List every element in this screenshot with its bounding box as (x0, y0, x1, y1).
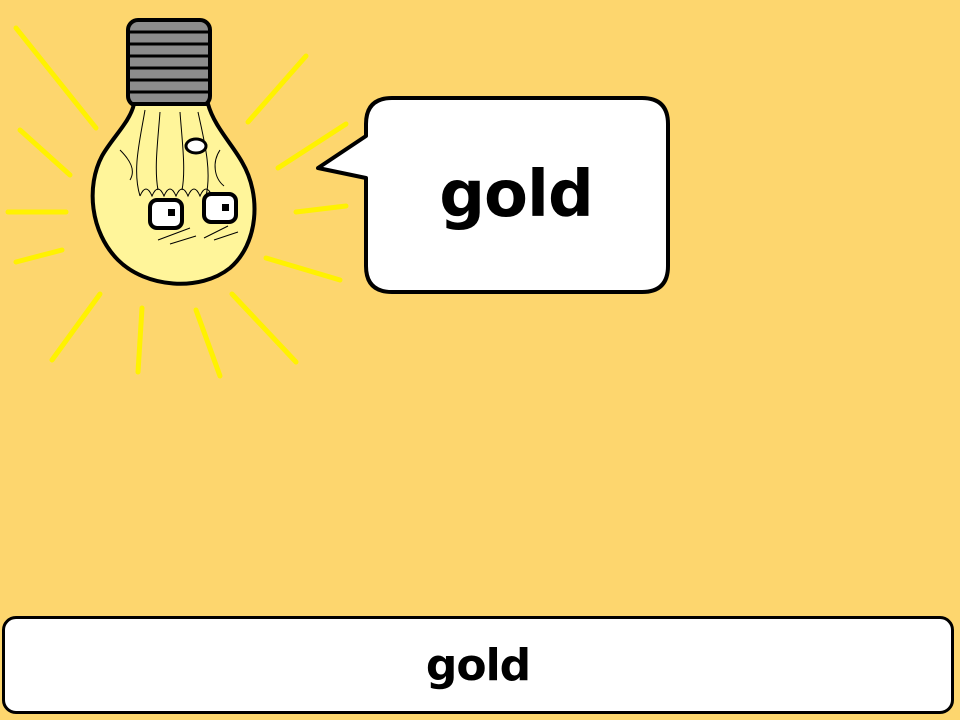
caption-text: gold (425, 639, 531, 691)
caption-bar: gold (2, 616, 954, 714)
bulb-highlight (184, 137, 208, 155)
speech-text: gold (439, 158, 594, 232)
light-bulb-icon (90, 18, 257, 286)
